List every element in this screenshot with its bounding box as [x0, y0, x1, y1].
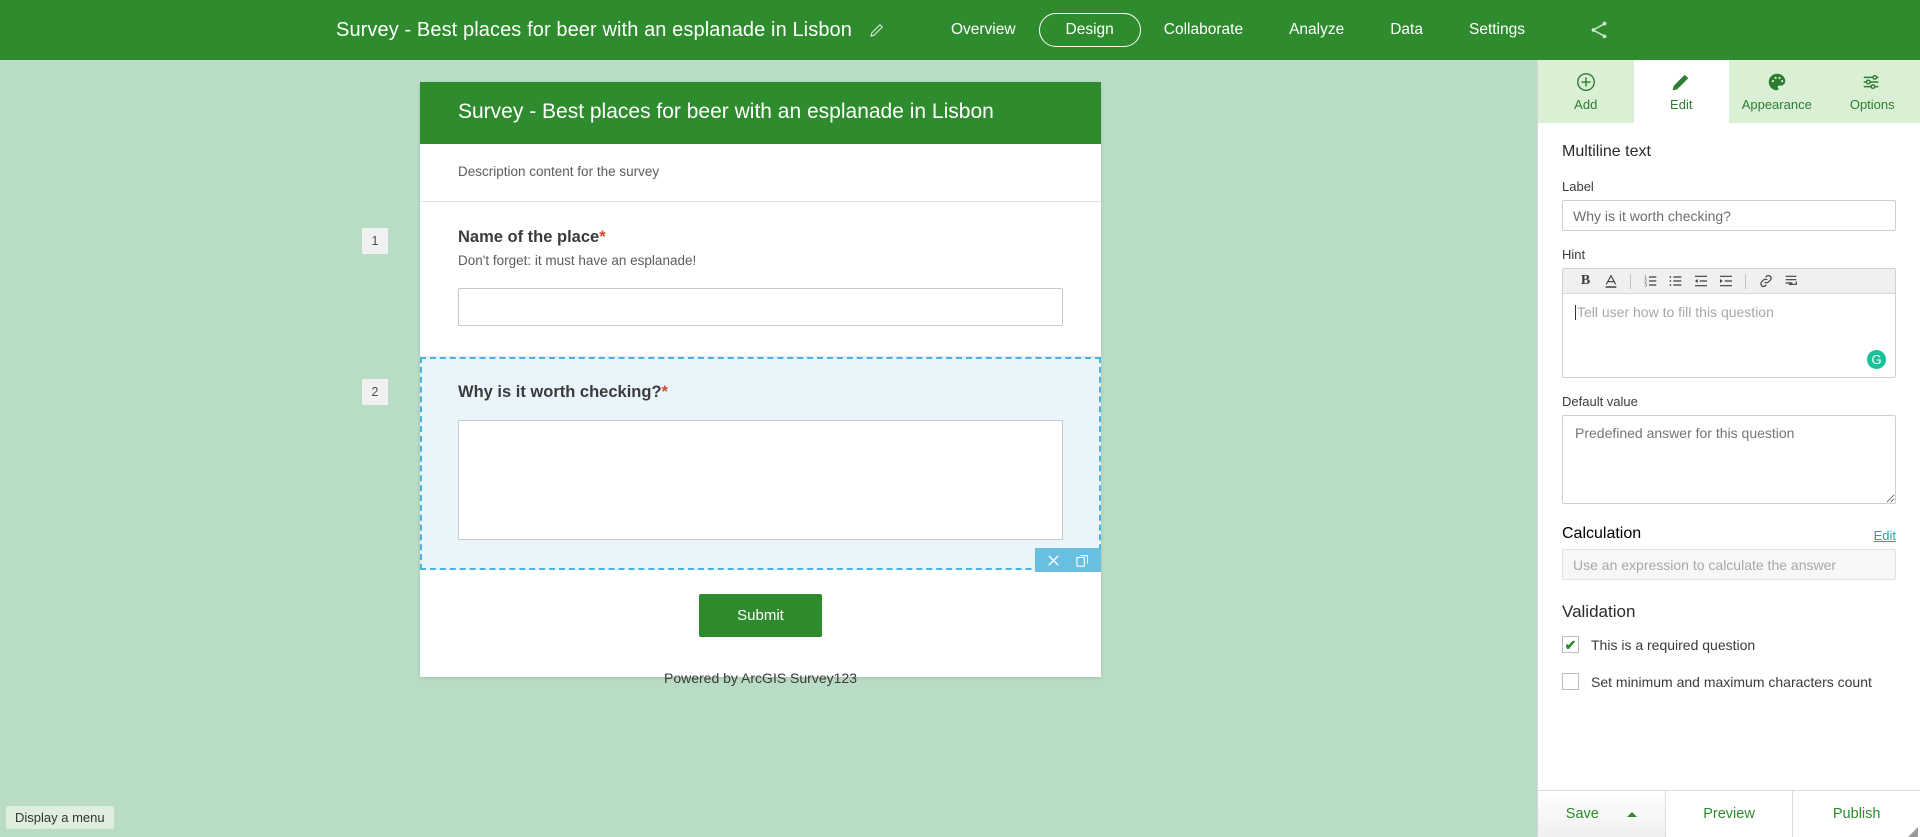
link-icon[interactable] [1753, 270, 1778, 293]
nav-item-analyze[interactable]: Analyze [1266, 13, 1367, 47]
panel-tab-label: Add [1574, 97, 1598, 112]
survey-card-description: Description content for the survey [420, 144, 1101, 202]
duplicate-question-icon[interactable] [1075, 553, 1090, 568]
pencil-icon [1670, 71, 1692, 93]
default-value-textarea[interactable] [1562, 415, 1896, 504]
sliders-icon [1861, 71, 1883, 93]
label-field-label: Label [1562, 179, 1594, 194]
question-textarea-2[interactable] [458, 420, 1063, 540]
survey-card-title: Survey - Best places for beer with an es… [420, 82, 1101, 144]
pencil-icon[interactable] [868, 21, 886, 39]
calculation-field-label: Calculation [1562, 525, 1642, 542]
chevron-up-icon[interactable] [1626, 811, 1637, 817]
toolbar-divider [1745, 273, 1746, 289]
writing-assistant-icon[interactable]: G [1867, 350, 1886, 369]
design-canvas: Survey - Best places for beer with an es… [0, 60, 1537, 837]
question-action-bar [1035, 548, 1101, 572]
question-number-badge: 2 [362, 379, 388, 405]
validation-item-label: Set minimum and maximum characters count [1591, 673, 1872, 690]
rte-toolbar: B 1 2 3 [1563, 269, 1895, 294]
preview-button[interactable]: Preview [1664, 791, 1793, 837]
palette-icon [1766, 71, 1788, 93]
header-nav: Overview Design Collaborate Analyze Data… [928, 13, 1920, 47]
submit-row: Submit [420, 570, 1101, 677]
hint-rich-text-editor: B 1 2 3 Tell user how to fill this quest… [1562, 268, 1896, 378]
text-caret [1575, 305, 1576, 320]
check-icon: ✔ [1564, 636, 1577, 653]
bulleted-list-icon[interactable] [1663, 270, 1688, 293]
numbered-list-icon[interactable]: 1 2 3 [1638, 270, 1663, 293]
publish-label: Publish [1832, 806, 1881, 822]
panel-tab-label: Options [1849, 97, 1895, 112]
publish-button[interactable]: Publish [1792, 791, 1920, 837]
question-type-heading: Multiline text [1562, 143, 1651, 160]
source-code-icon[interactable] [1778, 270, 1803, 293]
survey-title-group: Survey - Best places for beer with an es… [336, 19, 886, 42]
share-icon[interactable] [1568, 19, 1630, 41]
nav-item-settings[interactable]: Settings [1446, 13, 1548, 47]
default-value-field-label: Default value [1562, 394, 1638, 409]
calculation-field-header: Calculation Edit [1562, 525, 1896, 543]
decrease-indent-icon[interactable] [1688, 270, 1713, 293]
bold-icon[interactable]: B [1573, 270, 1598, 293]
status-tooltip: Display a menu [6, 806, 114, 829]
nav-item-design[interactable]: Design [1038, 13, 1141, 47]
survey-preview-card: Survey - Best places for beer with an es… [362, 82, 1101, 677]
question-label-text: Name of the place [458, 228, 600, 246]
panel-tab-label: Appearance [1741, 97, 1812, 112]
hint-editor-area[interactable]: Tell user how to fill this question G [1563, 294, 1895, 377]
question-hint-1: Don't forget: it must have an esplanade! [458, 253, 697, 268]
question-block-1[interactable]: 1 Name of the place* Don't forget: it mu… [362, 202, 1101, 357]
validation-item-char-count[interactable]: Set minimum and maximum characters count [1562, 673, 1896, 690]
panel-tab-add[interactable]: Add [1538, 60, 1634, 123]
save-label: Save [1565, 806, 1599, 822]
properties-panel: Add Edit Appearance Options Multiline te… [1537, 60, 1920, 837]
app-root: Survey - Best places for beer with an es… [0, 0, 1920, 837]
panel-tab-bar: Add Edit Appearance Options [1538, 60, 1920, 123]
submit-button[interactable]: Submit [699, 594, 822, 637]
app-header: Survey - Best places for beer with an es… [0, 0, 1920, 60]
calculation-edit-link[interactable]: Edit [1874, 528, 1896, 543]
validation-item-label: This is a required question [1591, 636, 1756, 653]
nav-item-data[interactable]: Data [1367, 13, 1446, 47]
font-color-icon[interactable] [1598, 270, 1623, 293]
plus-circle-icon [1575, 71, 1597, 93]
hint-field-label: Hint [1562, 247, 1586, 262]
powered-by-label: Powered by ArcGIS Survey123 [664, 670, 857, 686]
char-count-checkbox[interactable] [1562, 673, 1579, 690]
validation-heading: Validation [1562, 602, 1636, 621]
resize-grip-icon[interactable] [1908, 825, 1919, 837]
question-label-2: Why is it worth checking?* [458, 383, 1063, 402]
panel-body: Multiline text Label Hint B [1538, 123, 1920, 790]
required-asterisk: * [661, 383, 668, 401]
panel-tab-label: Edit [1670, 97, 1693, 112]
question-label-text: Why is it worth checking? [458, 383, 662, 401]
label-input[interactable] [1562, 200, 1896, 231]
save-button[interactable]: Save [1538, 791, 1665, 837]
header-survey-title: Survey - Best places for beer with an es… [336, 18, 852, 41]
panel-tab-options[interactable]: Options [1824, 60, 1920, 123]
panel-tab-appearance[interactable]: Appearance [1729, 60, 1825, 123]
required-asterisk: * [599, 228, 606, 246]
question-label-1: Name of the place* [458, 228, 1063, 247]
delete-question-icon[interactable] [1046, 553, 1061, 568]
nav-item-collaborate[interactable]: Collaborate [1141, 13, 1266, 47]
validation-item-required[interactable]: ✔ This is a required question [1562, 636, 1896, 653]
question-block-2[interactable]: 2 Why is it worth checking?* [362, 357, 1101, 572]
increase-indent-icon[interactable] [1713, 270, 1738, 293]
svg-text:3: 3 [1644, 282, 1647, 287]
calculation-input[interactable]: Use an expression to calculate the answe… [1562, 549, 1896, 580]
question-number-badge: 1 [362, 228, 388, 254]
question-input-1[interactable] [458, 288, 1063, 326]
panel-footer: Save Preview Publish [1538, 790, 1920, 837]
hint-placeholder: Tell user how to fill this question [1577, 304, 1774, 320]
panel-tab-edit[interactable]: Edit [1633, 60, 1729, 123]
nav-item-overview[interactable]: Overview [928, 13, 1039, 47]
toolbar-divider [1630, 273, 1631, 289]
required-checkbox[interactable]: ✔ [1562, 636, 1579, 653]
